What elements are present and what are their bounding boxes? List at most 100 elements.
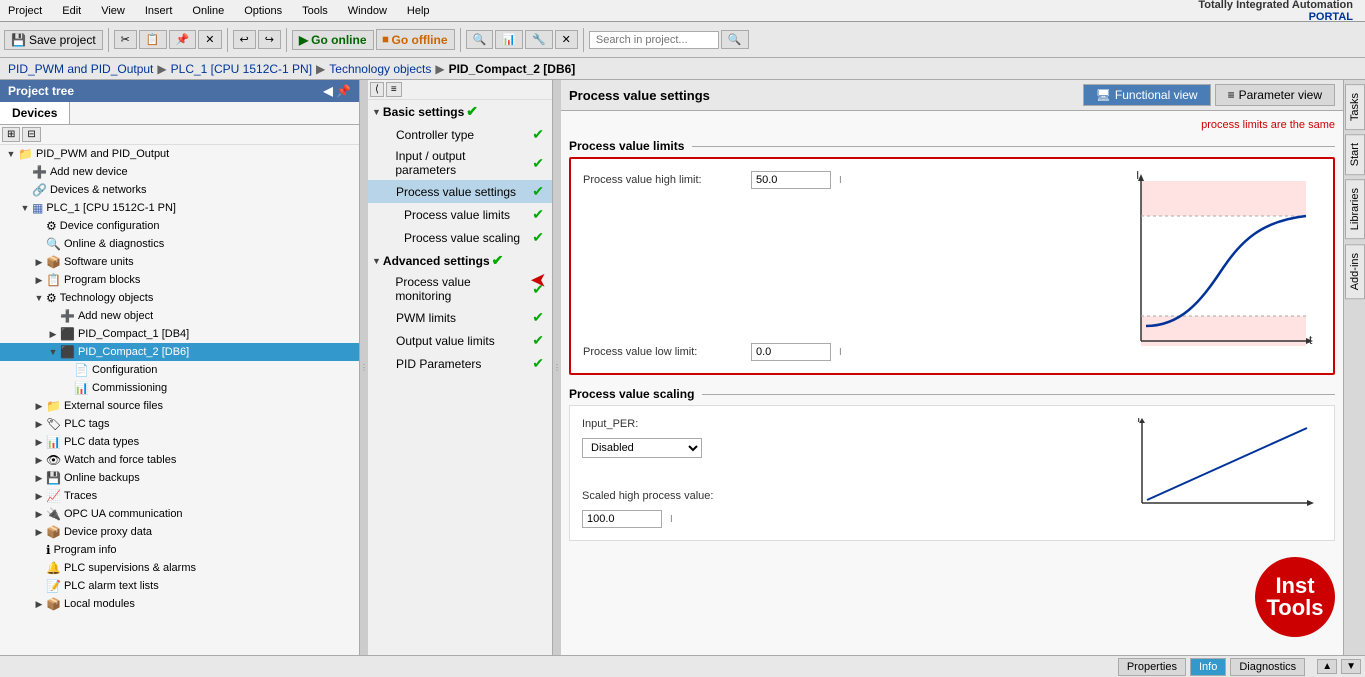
- tree-item-program-blocks[interactable]: ▶ 📋 Program blocks: [0, 271, 359, 289]
- tab-parameter-view[interactable]: ≡ Parameter view: [1215, 84, 1335, 106]
- breadcrumb-item-2[interactable]: PLC_1 [CPU 1512C-1 PN]: [171, 62, 312, 76]
- tree-item-watch[interactable]: ▶ 👁 Watch and force tables: [0, 451, 359, 469]
- tree-item-alarm-text[interactable]: 📝 PLC alarm text lists: [0, 577, 359, 595]
- nav-input-output[interactable]: Input / output parameters ✔: [368, 146, 552, 180]
- tree-item-devices-networks[interactable]: 🔗 Devices & networks: [0, 181, 359, 199]
- menu-bar: Project Edit View Insert Online Options …: [0, 0, 1365, 22]
- tree-item-plc-tags[interactable]: ▶ 🏷 PLC tags: [0, 415, 359, 433]
- input-per-select[interactable]: Disabled: [582, 438, 702, 458]
- breadcrumb-item-3[interactable]: Technology objects: [329, 62, 431, 76]
- low-limit-input[interactable]: [751, 343, 831, 361]
- menu-tools[interactable]: Tools: [298, 5, 332, 17]
- sidebar-tab-tasks[interactable]: Tasks: [1345, 84, 1365, 130]
- menu-insert[interactable]: Insert: [141, 5, 177, 17]
- scaled-high-input[interactable]: [582, 510, 662, 528]
- tree-toolbar-expand[interactable]: ⊞: [2, 127, 20, 142]
- process-chart: t I: [1121, 171, 1321, 361]
- nav-output-limits[interactable]: Output value limits ✔: [368, 329, 552, 352]
- diag-icon: 🔍: [46, 237, 61, 251]
- tree-item-software-units[interactable]: ▶ 📦 Software units: [0, 253, 359, 271]
- nav-process-value-settings[interactable]: Process value settings ✔: [368, 180, 552, 203]
- tree-item-pid-compact-1[interactable]: ▶ ⬛ PID_Compact_1 [DB4]: [0, 325, 359, 343]
- tree-item-data-types[interactable]: ▶ 📊 PLC data types: [0, 433, 359, 451]
- menu-window[interactable]: Window: [344, 5, 391, 17]
- advanced-settings-section[interactable]: ▼ Advanced settings ✔: [368, 249, 552, 272]
- tree-item-tech-objects[interactable]: ▼ ⚙ Technology objects: [0, 289, 359, 307]
- opc-icon: 🔌: [46, 507, 61, 521]
- main-content-panel: Process value settings 🖥 Functional view…: [561, 80, 1343, 655]
- save-project-button[interactable]: 💾 Save project: [4, 30, 103, 50]
- menu-project[interactable]: Project: [4, 5, 46, 17]
- search-input[interactable]: [589, 31, 719, 49]
- nav-pwm-limits[interactable]: PWM limits ✔: [368, 306, 552, 329]
- go-online-button[interactable]: ▶ Go online: [292, 30, 374, 50]
- search-button[interactable]: 🔍: [721, 30, 749, 49]
- nav-pid-params[interactable]: PID Parameters ✔: [368, 352, 552, 375]
- sidebar-tab-start[interactable]: Start: [1345, 134, 1365, 175]
- high-limit-input[interactable]: [751, 171, 831, 189]
- undo-button[interactable]: ↩: [233, 30, 256, 49]
- nav-controller-type[interactable]: Controller type ✔: [368, 123, 552, 146]
- content-tabs: 🖥 Functional view ≡ Parameter view: [1083, 84, 1335, 106]
- app-title-bar: Totally Integrated Automation PORTAL: [1190, 0, 1361, 25]
- sidebar-tab-addins[interactable]: Add-ins: [1345, 244, 1365, 299]
- tab-devices[interactable]: Devices: [0, 102, 70, 124]
- menu-help[interactable]: Help: [403, 5, 434, 17]
- tree-item-commissioning[interactable]: 📊 Commissioning: [0, 379, 359, 397]
- controller-check-icon: ✔: [532, 126, 544, 143]
- sidebar-tab-libraries[interactable]: Libraries: [1345, 179, 1365, 239]
- cut-button[interactable]: ✂: [114, 30, 137, 49]
- info-button[interactable]: Info: [1190, 658, 1226, 676]
- tree-item-add-object[interactable]: ➕ Add new object: [0, 307, 359, 325]
- tab-functional-view[interactable]: 🖥 Functional view: [1083, 84, 1211, 106]
- high-limit-row: Process value high limit: I: [583, 171, 1105, 189]
- content-title: Process value settings: [569, 88, 710, 103]
- info-icon: ℹ: [46, 543, 51, 557]
- tree-item-traces[interactable]: ▶ 📈 Traces: [0, 487, 359, 505]
- nav-process-monitoring[interactable]: Process value monitoring ✔: [368, 272, 552, 306]
- collapse-status-button[interactable]: ▲: [1317, 659, 1337, 674]
- expand-status-button[interactable]: ▼: [1341, 659, 1361, 674]
- tree-item-proxy[interactable]: ▶ 📦 Device proxy data: [0, 523, 359, 541]
- process-scaling-title: Process value scaling: [569, 387, 1335, 401]
- nav-tool-2[interactable]: ≡: [386, 82, 402, 97]
- toolbar-btn-close[interactable]: ✕: [555, 30, 578, 49]
- toolbar-btn-2[interactable]: 📊: [495, 30, 523, 49]
- tree-item-device-config[interactable]: ⚙ Device configuration: [0, 217, 359, 235]
- redo-button[interactable]: ↪: [258, 30, 281, 49]
- tree-item-pid-pwm[interactable]: ▼ 📁 PID_PWM and PID_Output: [0, 145, 359, 163]
- toolbar-btn-3[interactable]: 🔧: [525, 30, 553, 49]
- settings-nav-panel: ⟨ ≡ ▼ Basic settings ✔ Controller type ✔…: [368, 80, 553, 655]
- tree-item-supervisions[interactable]: 🔔 PLC supervisions & alarms: [0, 559, 359, 577]
- nav-tool-1[interactable]: ⟨: [370, 82, 384, 97]
- network-icon: 🔗: [32, 183, 47, 197]
- tree-item-configuration[interactable]: 📄 Configuration: [0, 361, 359, 379]
- tree-item-plc1[interactable]: ▼ ▦ PLC_1 [CPU 1512C-1 PN]: [0, 199, 359, 217]
- tree-item-opc[interactable]: ▶ 🔌 OPC UA communication: [0, 505, 359, 523]
- menu-options[interactable]: Options: [240, 5, 286, 17]
- tree-toolbar-collapse[interactable]: ⊟: [22, 127, 40, 142]
- expand-icon: ▼: [4, 149, 18, 159]
- nav-process-value-scaling[interactable]: Process value scaling ✔: [368, 226, 552, 249]
- diagnostics-button[interactable]: Diagnostics: [1230, 658, 1305, 676]
- nav-process-value-limits[interactable]: Process value limits ✔: [368, 203, 552, 226]
- menu-edit[interactable]: Edit: [58, 5, 85, 17]
- toolbar-btn-1[interactable]: 🔍: [466, 30, 494, 49]
- delete-button[interactable]: ✕: [198, 30, 221, 49]
- tree-item-add-device[interactable]: ➕ Add new device: [0, 163, 359, 181]
- properties-button[interactable]: Properties: [1118, 658, 1186, 676]
- breadcrumb-item-1[interactable]: PID_PWM and PID_Output: [8, 62, 153, 76]
- tree-item-online-diag[interactable]: 🔍 Online & diagnostics: [0, 235, 359, 253]
- tree-item-pid-compact-2[interactable]: ▼ ⬛ PID_Compact_2 [DB6]: [0, 343, 359, 361]
- paste-button[interactable]: 📌: [169, 30, 197, 49]
- basic-settings-section[interactable]: ▼ Basic settings ✔: [368, 100, 552, 123]
- go-offline-button[interactable]: ⏹ Go offline: [376, 29, 455, 50]
- tree-item-program-info[interactable]: ℹ Program info: [0, 541, 359, 559]
- tree-content: ▼ 📁 PID_PWM and PID_Output ➕ Add new dev…: [0, 145, 359, 655]
- tree-item-backups[interactable]: ▶ 💾 Online backups: [0, 469, 359, 487]
- menu-view[interactable]: View: [97, 5, 129, 17]
- menu-online[interactable]: Online: [188, 5, 228, 17]
- copy-button[interactable]: 📋: [139, 30, 167, 49]
- tree-item-local-modules[interactable]: ▶ 📦 Local modules: [0, 595, 359, 613]
- tree-item-ext-source[interactable]: ▶ 📁 External source files: [0, 397, 359, 415]
